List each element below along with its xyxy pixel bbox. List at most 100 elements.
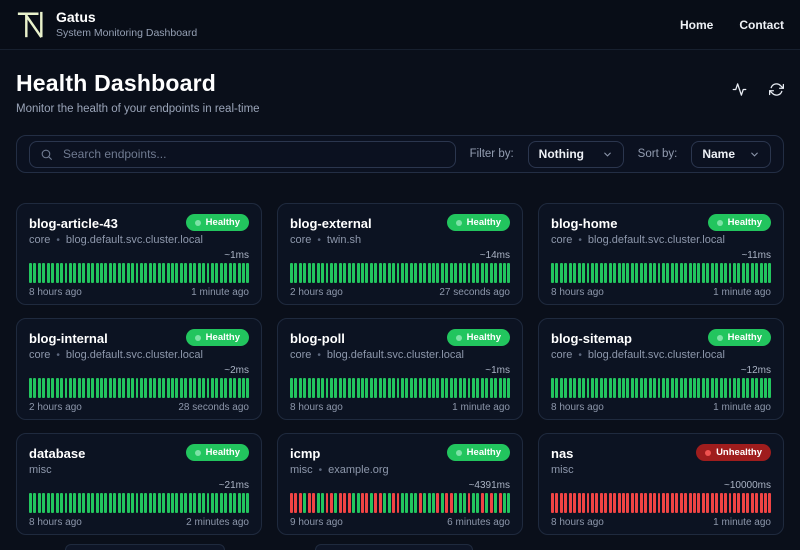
history-bar[interactable] bbox=[148, 263, 152, 283]
history-bar[interactable] bbox=[715, 263, 719, 283]
history-bar[interactable] bbox=[693, 378, 696, 398]
history-bar[interactable] bbox=[210, 378, 214, 398]
history-bar[interactable] bbox=[564, 378, 568, 398]
history-bar[interactable] bbox=[396, 263, 400, 283]
history-bar[interactable] bbox=[507, 378, 511, 398]
history-bar[interactable] bbox=[51, 263, 55, 283]
history-bar[interactable] bbox=[113, 378, 117, 398]
nav-link-contact[interactable]: Contact bbox=[739, 18, 784, 32]
history-bar[interactable] bbox=[91, 263, 95, 283]
history-bar[interactable] bbox=[653, 493, 656, 513]
history-bar[interactable] bbox=[303, 378, 307, 398]
history-bar[interactable] bbox=[617, 378, 621, 398]
history-bar[interactable] bbox=[471, 263, 475, 283]
history-bar[interactable] bbox=[648, 493, 652, 513]
history-bar[interactable] bbox=[100, 263, 103, 283]
history-bar[interactable] bbox=[764, 263, 767, 283]
history-bar[interactable] bbox=[608, 263, 612, 283]
history-bar[interactable] bbox=[298, 263, 302, 283]
history-bar[interactable] bbox=[86, 263, 90, 283]
history-bar[interactable] bbox=[29, 263, 32, 283]
history-bar[interactable] bbox=[577, 493, 581, 513]
history-bar[interactable] bbox=[507, 263, 511, 283]
history-bar[interactable] bbox=[750, 263, 754, 283]
history-bar[interactable] bbox=[701, 493, 705, 513]
history-bar[interactable] bbox=[162, 263, 166, 283]
endpoint-card[interactable]: nas Unhealthy misc ~10000ms 8 hours ago … bbox=[538, 433, 784, 535]
history-bar[interactable] bbox=[162, 493, 166, 513]
history-bar[interactable] bbox=[604, 263, 608, 283]
history-bar[interactable] bbox=[365, 378, 369, 398]
history-bar[interactable] bbox=[329, 263, 333, 283]
history-bar[interactable] bbox=[573, 493, 577, 513]
history-bar[interactable] bbox=[290, 263, 293, 283]
history-bar[interactable] bbox=[741, 263, 745, 283]
history-bar[interactable] bbox=[759, 493, 763, 513]
history-bar[interactable] bbox=[622, 263, 625, 283]
history-bar[interactable] bbox=[37, 378, 41, 398]
history-bar[interactable] bbox=[701, 378, 705, 398]
history-bar[interactable] bbox=[233, 263, 237, 283]
history-bar[interactable] bbox=[347, 378, 351, 398]
history-bar[interactable] bbox=[175, 378, 179, 398]
history-bar[interactable] bbox=[224, 378, 228, 398]
history-bar[interactable] bbox=[33, 378, 37, 398]
history-bar[interactable] bbox=[471, 378, 475, 398]
history-bar[interactable] bbox=[148, 493, 152, 513]
history-bar[interactable] bbox=[95, 263, 99, 283]
history-bar[interactable] bbox=[688, 378, 692, 398]
history-bar[interactable] bbox=[338, 263, 342, 283]
history-bar[interactable] bbox=[551, 378, 554, 398]
history-bar[interactable] bbox=[294, 493, 298, 513]
history-bar[interactable] bbox=[440, 493, 444, 513]
history-bar[interactable] bbox=[724, 378, 727, 398]
history-bar[interactable] bbox=[666, 378, 670, 398]
history-bar[interactable] bbox=[750, 378, 754, 398]
history-bar[interactable] bbox=[64, 263, 68, 283]
history-bar[interactable] bbox=[42, 263, 46, 283]
history-bar[interactable] bbox=[193, 263, 197, 283]
history-bar[interactable] bbox=[55, 263, 59, 283]
history-bar[interactable] bbox=[661, 378, 665, 398]
history-bar[interactable] bbox=[95, 378, 99, 398]
history-bar[interactable] bbox=[131, 263, 134, 283]
endpoint-card[interactable]: blog-sitemap Healthy core • blog.default… bbox=[538, 318, 784, 420]
history-bar[interactable] bbox=[148, 378, 152, 398]
history-bar[interactable] bbox=[697, 493, 701, 513]
history-bar[interactable] bbox=[507, 493, 511, 513]
history-bar[interactable] bbox=[701, 263, 705, 283]
history-bar[interactable] bbox=[480, 378, 484, 398]
history-bar[interactable] bbox=[139, 263, 143, 283]
history-bar[interactable] bbox=[184, 378, 188, 398]
history-bar[interactable] bbox=[361, 493, 364, 513]
history-bar[interactable] bbox=[622, 378, 625, 398]
history-bar[interactable] bbox=[82, 493, 86, 513]
history-bar[interactable] bbox=[334, 493, 338, 513]
history-bar[interactable] bbox=[737, 378, 741, 398]
history-bar[interactable] bbox=[595, 378, 599, 398]
history-bar[interactable] bbox=[732, 263, 736, 283]
history-bar[interactable] bbox=[188, 493, 192, 513]
history-bar[interactable] bbox=[559, 263, 563, 283]
history-bar[interactable] bbox=[29, 378, 32, 398]
history-bar[interactable] bbox=[157, 493, 161, 513]
history-bar[interactable] bbox=[312, 263, 316, 283]
history-bar[interactable] bbox=[55, 493, 59, 513]
history-bar[interactable] bbox=[684, 263, 688, 283]
history-bar[interactable] bbox=[153, 263, 157, 283]
history-bar[interactable] bbox=[343, 263, 347, 283]
history-bar[interactable] bbox=[582, 263, 585, 283]
history-bar[interactable] bbox=[329, 493, 333, 513]
history-bar[interactable] bbox=[184, 263, 188, 283]
history-bar[interactable] bbox=[329, 378, 333, 398]
history-bar[interactable] bbox=[639, 263, 643, 283]
history-bar[interactable] bbox=[697, 378, 701, 398]
history-bar[interactable] bbox=[179, 378, 183, 398]
history-bar[interactable] bbox=[551, 493, 554, 513]
history-bar[interactable] bbox=[489, 378, 493, 398]
history-bar[interactable] bbox=[427, 493, 431, 513]
history-bar[interactable] bbox=[171, 378, 174, 398]
history-bar[interactable] bbox=[188, 263, 192, 283]
history-bar[interactable] bbox=[498, 493, 502, 513]
history-bar[interactable] bbox=[91, 493, 95, 513]
